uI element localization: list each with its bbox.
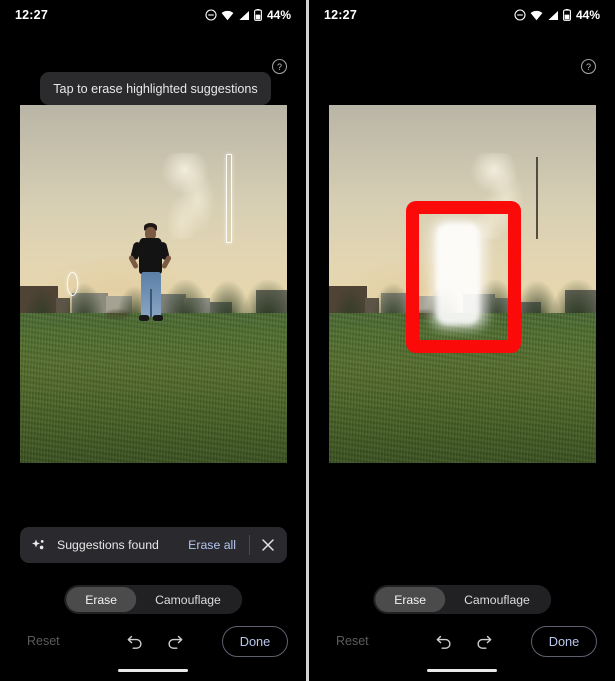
close-icon[interactable]	[253, 530, 283, 560]
svg-text:?: ?	[277, 62, 282, 72]
battery-percent: 44%	[575, 8, 600, 22]
subject-person	[125, 223, 175, 325]
reset-button[interactable]: Reset	[27, 634, 60, 648]
person-leg-gap	[150, 289, 152, 317]
wifi-icon	[530, 10, 543, 21]
screenshot-stage: 12:27 44% ? Tap to erase highlighted sug…	[0, 0, 615, 681]
undo-icon[interactable]	[124, 630, 146, 652]
selection-glow-inner	[436, 223, 480, 325]
suggestions-divider	[249, 535, 250, 555]
suggestions-label: Suggestions found	[57, 538, 159, 552]
help-circle-icon[interactable]: ?	[271, 58, 288, 75]
erase-all-button[interactable]: Erase all	[178, 538, 246, 552]
sparkle-icon	[31, 538, 46, 553]
mode-option-erase[interactable]: Erase	[375, 587, 446, 612]
redo-icon[interactable]	[164, 630, 186, 652]
svg-text:?: ?	[586, 62, 591, 72]
tooltip-text: Tap to erase highlighted suggestions	[53, 81, 258, 96]
mode-toggle-group[interactable]: Erase Camouflage	[64, 585, 242, 614]
grass-layer	[329, 312, 596, 463]
redo-icon[interactable]	[473, 630, 495, 652]
photo-image	[20, 105, 287, 463]
status-icon-group: 44%	[514, 8, 600, 22]
battery-percent: 44%	[266, 8, 291, 22]
battery-icon	[563, 9, 571, 21]
do-not-disturb-icon	[514, 9, 526, 21]
mode-option-erase[interactable]: Erase	[66, 587, 137, 612]
status-bar: 12:27 44%	[0, 0, 306, 30]
help-circle-icon[interactable]: ?	[580, 58, 597, 75]
done-button[interactable]: Done	[222, 625, 288, 657]
left-screen: 12:27 44% ? Tap to erase highlighted sug…	[0, 0, 306, 681]
suggestions-bar[interactable]: Suggestions found Erase all	[20, 527, 287, 563]
status-bar: 12:27 44%	[309, 0, 615, 30]
do-not-disturb-icon	[205, 9, 217, 21]
mode-option-camouflage[interactable]: Camouflage	[445, 587, 549, 612]
home-indicator	[118, 669, 188, 672]
tower-pole	[536, 157, 538, 239]
signal-icon	[547, 10, 559, 21]
tooltip-erase-hint: Tap to erase highlighted suggestions	[40, 72, 271, 105]
home-indicator	[427, 669, 497, 672]
done-button[interactable]: Done	[531, 625, 597, 657]
status-time: 12:27	[15, 8, 48, 22]
mode-toggle-group[interactable]: Erase Camouflage	[373, 585, 551, 614]
undo-icon[interactable]	[433, 630, 455, 652]
photo-canvas-after[interactable]	[329, 105, 596, 463]
grass-layer	[20, 312, 287, 463]
battery-icon	[254, 9, 262, 21]
suggestion-outline-tower[interactable]	[226, 154, 232, 243]
wifi-icon	[221, 10, 234, 21]
right-screen: 12:27 44% ? Erase Camouflage Reset Done	[309, 0, 615, 681]
reset-button[interactable]: Reset	[336, 634, 369, 648]
photo-image	[329, 105, 596, 463]
editor-bottom-bar: Reset Done	[0, 622, 306, 660]
status-icon-group: 44%	[205, 8, 291, 22]
mode-option-camouflage[interactable]: Camouflage	[136, 587, 240, 612]
status-time: 12:27	[324, 8, 357, 22]
signal-icon	[238, 10, 250, 21]
editor-bottom-bar: Reset Done	[309, 622, 615, 660]
suggestion-outline-oval[interactable]	[67, 272, 78, 296]
person-shoe-right	[153, 315, 163, 321]
person-shoe-left	[139, 315, 149, 321]
photo-canvas-before[interactable]	[20, 105, 287, 463]
